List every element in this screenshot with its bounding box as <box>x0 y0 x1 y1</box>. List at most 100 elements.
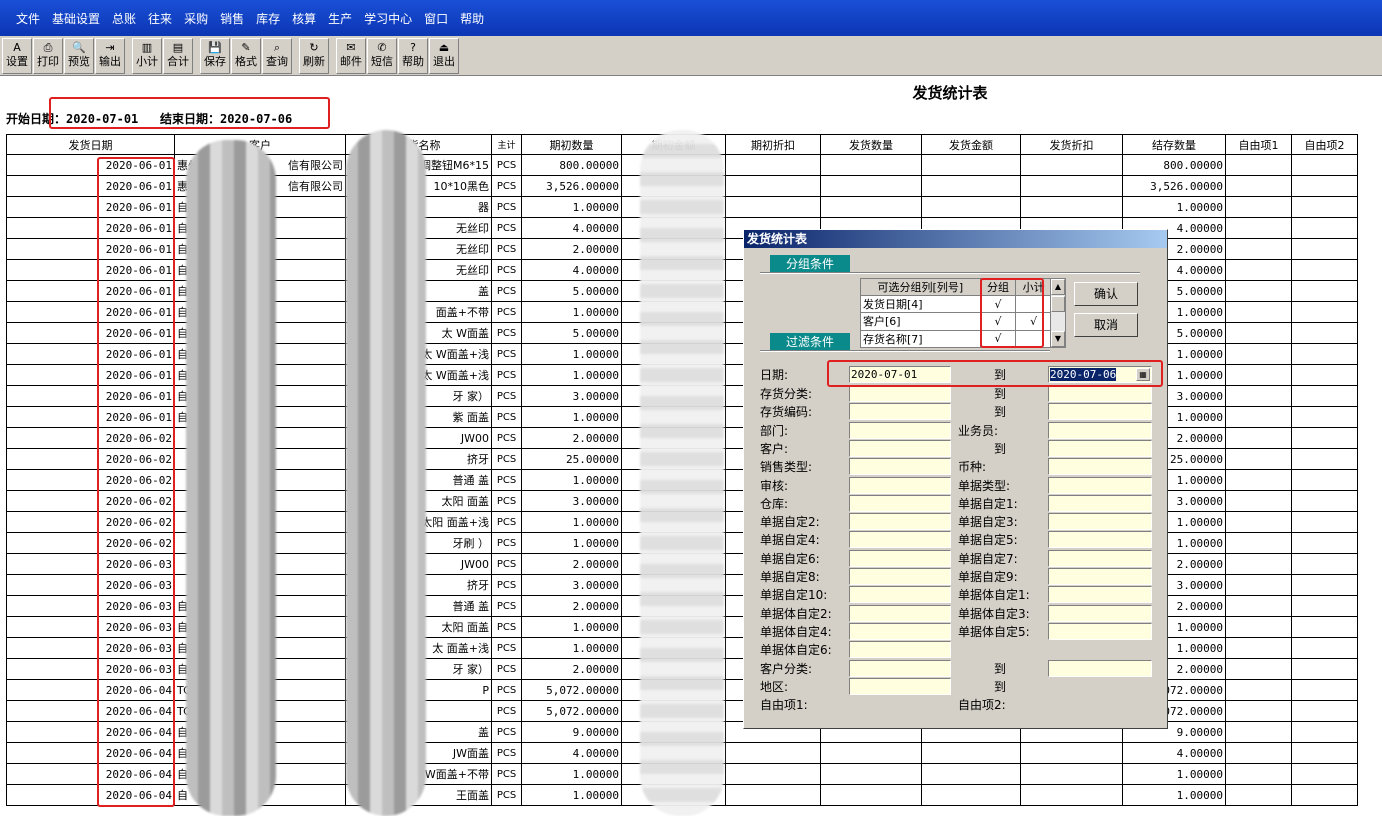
toolbar-button-0[interactable]: A 设置 <box>2 37 32 74</box>
filter-input-right[interactable] <box>1048 568 1152 585</box>
grid-row[interactable]: 发货日期[4] √ <box>860 294 1052 314</box>
toolbar-button-6[interactable]: 💾 保存 <box>200 37 230 74</box>
cell-opening-amount <box>621 448 726 470</box>
filter-input-left[interactable] <box>849 660 951 677</box>
filter-input-right[interactable] <box>1048 586 1152 603</box>
menu-item-10[interactable]: 窗口 <box>418 10 454 27</box>
filter-input-left[interactable] <box>849 422 951 439</box>
filter-input-right[interactable] <box>1048 660 1152 677</box>
menu-item-1[interactable]: 基础设置 <box>46 10 106 27</box>
grid-scrollbar[interactable]: ▲ ▼ <box>1050 278 1066 348</box>
filter-input-left[interactable] <box>849 641 951 658</box>
date-from-input[interactable]: 2020-07-01 <box>849 366 951 383</box>
menu-item-7[interactable]: 核算 <box>286 10 322 27</box>
filter-input-right[interactable] <box>1048 458 1152 475</box>
menu-item-9[interactable]: 学习中心 <box>358 10 418 27</box>
calendar-icon[interactable]: ▦ <box>1136 368 1150 381</box>
filter-input-right[interactable] <box>1048 605 1152 622</box>
filter-input-left[interactable] <box>849 440 951 457</box>
group-grid: 可选分组列[列号] 分组 小计 发货日期[4] √ 客户[6] √ √ 存货名称[7] √ <box>860 278 1052 349</box>
grid-row[interactable]: 存货名称[7] √ <box>860 329 1052 349</box>
cell-free-1 <box>1225 784 1292 806</box>
end-date-label: 结束日期： <box>159 112 220 126</box>
filter-input-right[interactable] <box>1048 385 1152 402</box>
toolbar-button-9[interactable]: ↻ 刷新 <box>299 37 329 74</box>
filter-input-right[interactable] <box>1048 403 1152 420</box>
toolbar-button-12[interactable]: ? 帮助 <box>398 37 428 74</box>
cancel-button[interactable]: 取消 <box>1074 313 1138 337</box>
scroll-thumb[interactable] <box>1051 296 1065 312</box>
cell-balance-qty: 1.00000 <box>1122 784 1226 806</box>
filter-label-right: 到 <box>994 442 1007 456</box>
confirm-button[interactable]: 确认 <box>1074 282 1138 306</box>
filter-input-right[interactable] <box>1048 531 1152 548</box>
cell-opening-amount <box>621 259 726 281</box>
filter-input-right[interactable] <box>1048 550 1152 567</box>
filter-input-left[interactable] <box>849 385 951 402</box>
cell-unit: PCS <box>491 301 522 323</box>
menu-item-11[interactable]: 帮助 <box>454 10 490 27</box>
grid-row[interactable]: 客户[6] √ √ <box>860 312 1052 331</box>
menu-item-4[interactable]: 采购 <box>178 10 214 27</box>
toolbar-button-1[interactable]: ⎙ 打印 <box>33 37 63 74</box>
grid-cell-subtotal[interactable]: √ <box>1015 312 1052 331</box>
toolbar-button-11[interactable]: ✆ 短信 <box>367 37 397 74</box>
filter-input-left[interactable] <box>849 568 951 585</box>
toolbar-button-4[interactable]: ▥ 小计 <box>132 37 162 74</box>
toolbar-button-10[interactable]: ✉ 邮件 <box>336 37 366 74</box>
grid-cell-subtotal[interactable] <box>1015 294 1052 314</box>
filter-input-left[interactable] <box>849 531 951 548</box>
scroll-down-icon[interactable]: ▼ <box>1051 331 1065 347</box>
filter-input-left[interactable] <box>849 403 951 420</box>
filter-input-left[interactable] <box>849 550 951 567</box>
sms-icon: ✆ <box>377 40 387 54</box>
menu-item-2[interactable]: 总账 <box>106 10 142 27</box>
cell-opening-amount <box>621 784 726 806</box>
filter-input-left[interactable] <box>849 495 951 512</box>
toolbar-button-13[interactable]: ⏏ 退出 <box>429 37 459 74</box>
filter-input-right[interactable] <box>1048 477 1152 494</box>
cell-date: 2020-06-01 <box>6 301 175 323</box>
customer-head: 自主 <box>177 243 199 256</box>
filter-input-right[interactable] <box>1048 440 1152 457</box>
cell-free-1 <box>1225 490 1292 512</box>
menu-item-5[interactable]: 销售 <box>214 10 250 27</box>
toolbar-button-5[interactable]: ▤ 合计 <box>163 37 193 74</box>
menu-item-0[interactable]: 文件 <box>10 10 46 27</box>
filter-input-right[interactable] <box>1048 623 1152 640</box>
customer-head: 自 <box>177 327 188 340</box>
filter-input-right[interactable] <box>1048 513 1152 530</box>
filter-input-right[interactable] <box>1048 422 1152 439</box>
filter-input-right[interactable] <box>1048 495 1152 512</box>
grid-cell-group[interactable]: √ <box>979 329 1017 349</box>
menu-item-3[interactable]: 往来 <box>142 10 178 27</box>
menu-item-6[interactable]: 库存 <box>250 10 286 27</box>
toolbar-button-3[interactable]: ⇥ 输出 <box>95 37 125 74</box>
menu-item-8[interactable]: 生产 <box>322 10 358 27</box>
filter-input-left[interactable] <box>849 623 951 640</box>
scroll-up-icon[interactable]: ▲ <box>1051 279 1065 295</box>
cell-free-2 <box>1291 217 1358 239</box>
toolbar-button-7[interactable]: ✎ 格式 <box>231 37 261 74</box>
filter-input-left[interactable] <box>849 513 951 530</box>
cell-free-2 <box>1291 553 1358 575</box>
toolbar-button-8[interactable]: ⌕ 查询 <box>262 37 292 74</box>
filter-input-left[interactable] <box>849 477 951 494</box>
grid-cell-subtotal[interactable] <box>1015 329 1052 349</box>
grid-cell-group[interactable]: √ <box>979 294 1017 314</box>
filter-input-left[interactable] <box>849 678 951 695</box>
cell-unit: PCS <box>491 511 522 533</box>
filter-input-left[interactable] <box>849 586 951 603</box>
cell-opening-qty: 3.00000 <box>521 574 622 596</box>
cell-free-1 <box>1225 154 1292 176</box>
filter-input-left[interactable] <box>849 605 951 622</box>
cell-shipped-amount <box>921 196 1021 218</box>
cell-date: 2020-06-02 <box>6 490 175 512</box>
toolbar-button-label: 刷新 <box>303 54 325 68</box>
cell-opening-qty: 1.00000 <box>521 532 622 554</box>
filter-input-left[interactable] <box>849 458 951 475</box>
toolbar-button-2[interactable]: 🔍 预览 <box>64 37 94 74</box>
cell-unit: PCS <box>491 448 522 470</box>
cell-opening-amount <box>621 490 726 512</box>
grid-cell-group[interactable]: √ <box>979 312 1017 331</box>
